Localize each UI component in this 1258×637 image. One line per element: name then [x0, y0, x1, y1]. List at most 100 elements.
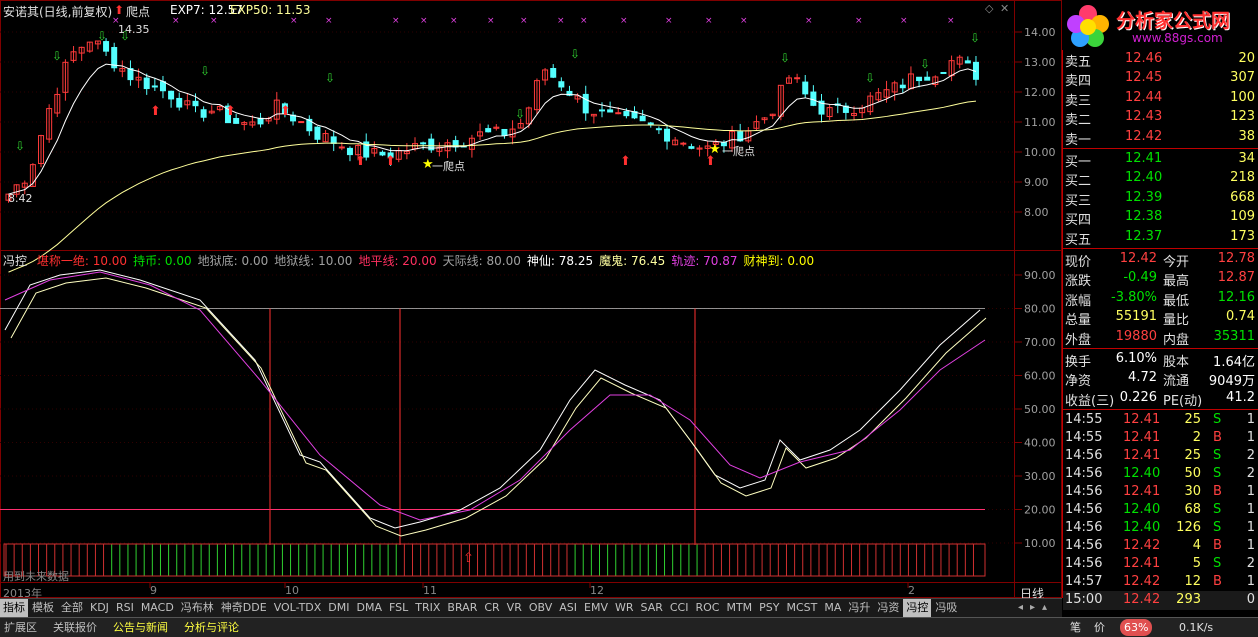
sell-arrow-icon: ⇩	[970, 31, 980, 45]
indicator-tab[interactable]: KDJ	[87, 599, 112, 617]
bid-row: 买四 12.38 109	[1063, 208, 1258, 228]
tick-time: 14:56	[1065, 466, 1103, 482]
kline-chart[interactable]: 14.00 13.00 12.00 11.00 10.00 9.00 8.00 90.00 80…	[0, 0, 1062, 598]
indicator-tab[interactable]: EMV	[581, 599, 611, 617]
quote-value: 12.16	[1217, 289, 1255, 305]
quote-value: 12.87	[1217, 270, 1255, 286]
marker-x-icon: ×	[947, 16, 955, 26]
sell-arrow-icon: ⇩	[570, 47, 580, 61]
indicator-tab[interactable]: FSL	[386, 599, 411, 617]
indicator-tab[interactable]: ASI	[556, 599, 580, 617]
watermark-title: 分析家公式网	[1116, 10, 1231, 32]
quote-row: 现价 12.42 今开 12.78	[1063, 250, 1258, 270]
bid-price: 12.41	[1125, 151, 1163, 166]
tick-time: 14:56	[1065, 448, 1103, 464]
fund-label: 净资	[1065, 374, 1092, 390]
bottom-tab[interactable]: 分析与评论	[180, 619, 243, 636]
candle-body	[582, 93, 589, 114]
bottom-tab[interactable]: 扩展区	[0, 619, 41, 636]
ind-tick-label: 30.00	[1024, 470, 1056, 483]
quote-value: -3.80%	[1111, 289, 1157, 305]
indicator-tab[interactable]: MCST	[784, 599, 821, 617]
indicator-value: 地狱线: 10.00	[274, 254, 353, 268]
scroll-right-icon[interactable]: ▸	[1030, 602, 1035, 613]
bid-price: 12.39	[1125, 189, 1163, 205]
indicator-tab[interactable]: DMA	[354, 599, 386, 617]
indicator-tab[interactable]: BRAR	[444, 599, 480, 617]
indicator-tab[interactable]: RSI	[113, 599, 137, 617]
indicator-tab[interactable]: DMI	[325, 599, 352, 617]
indicator-tab[interactable]: CCI	[667, 599, 692, 617]
future-data-note: 用到未来数据	[3, 570, 69, 583]
indicator-tab[interactable]: 冯升	[845, 599, 873, 617]
tick-price: 12.41	[1123, 556, 1161, 572]
indicator-tab[interactable]: 模板	[29, 599, 57, 617]
tick-price: 12.40	[1123, 502, 1161, 518]
bottom-tab[interactable]: 公告与新闻	[109, 619, 172, 636]
status-percent: 63%	[1120, 619, 1153, 636]
indicator-tab[interactable]: VR	[504, 599, 525, 617]
tick-side: S	[1213, 448, 1222, 464]
indicator-tab[interactable]: 冯资	[874, 599, 902, 617]
indicator-tab[interactable]: MACD	[138, 599, 177, 617]
candle-body	[940, 71, 947, 74]
ask-volume: 38	[1238, 128, 1255, 144]
indicator-tab[interactable]: 神奇DDE	[218, 599, 270, 617]
candle-body	[664, 128, 671, 142]
ask-row: 卖二 12.43 123	[1063, 108, 1258, 128]
indicator-tab[interactable]: 全部	[58, 599, 86, 617]
indicator-tab[interactable]: CR	[481, 599, 502, 617]
kdj-d-line	[10, 277, 987, 537]
ind-tick-label: 80.00	[1024, 303, 1056, 316]
tick-row: 14:56 12.40 126 S 1	[1063, 519, 1258, 538]
bid-row: 买三 12.39 668	[1063, 189, 1258, 209]
marker-x-icon: ×	[705, 16, 713, 26]
quote-label: 总量	[1065, 313, 1092, 329]
indicator-tab[interactable]: 指标	[0, 599, 28, 617]
fund-value: 1.64亿	[1213, 355, 1255, 370]
indicator-tab[interactable]: MTM	[723, 599, 755, 617]
ind-tick-label: 90.00	[1024, 269, 1056, 282]
fund-label: 换手	[1065, 355, 1092, 370]
quote-label: 外盘	[1065, 332, 1092, 348]
ask-volume: 307	[1230, 70, 1255, 86]
indicator-tab[interactable]: OBV	[526, 599, 555, 617]
quote-label: 涨幅	[1065, 293, 1092, 309]
scroll-up-icon[interactable]: ◇	[985, 2, 993, 15]
buy-arrow-icon: ⬆	[225, 104, 236, 119]
ask-row: 卖四 12.45 307	[1063, 69, 1258, 89]
tick-side: B	[1213, 484, 1222, 500]
indicator-tab[interactable]: 冯吸	[932, 599, 960, 617]
candle-body	[623, 111, 630, 117]
marker-x-icon: ×	[557, 16, 565, 26]
signal-arrow-icon: ⬆	[114, 3, 125, 17]
tick-count: 1	[1246, 538, 1255, 554]
indicator-tab[interactable]: ROC	[692, 599, 722, 617]
quote-value: 0.74	[1226, 309, 1255, 325]
indicator-tab[interactable]: TRIX	[412, 599, 443, 617]
sell-arrow-icon: ⇩	[865, 71, 875, 85]
quote-label: 涨跌	[1065, 274, 1092, 290]
indicator-tab[interactable]: 冯控	[903, 599, 932, 617]
indicator-tab[interactable]: MA	[821, 599, 844, 617]
bottom-tab[interactable]: 关联报价	[49, 619, 101, 636]
sell-arrow-icon: ⇩	[325, 71, 335, 85]
star-label-1: 一爬点	[432, 160, 465, 173]
marker-x-icon: ×	[450, 16, 458, 26]
expand-icon[interactable]: ▴	[1042, 602, 1047, 613]
indicator-tab[interactable]: 冯布林	[178, 599, 217, 617]
quote-label: 最高	[1163, 274, 1190, 290]
indicator-tab[interactable]: SAR	[638, 599, 666, 617]
candle-body	[298, 121, 305, 124]
indicator-tab[interactable]: WR	[612, 599, 637, 617]
ind-tick-label: 10.00	[1024, 537, 1056, 550]
ask-row: 卖一 12.42 38	[1063, 128, 1258, 148]
exp7-line	[8, 63, 977, 195]
tick-count: 2	[1246, 466, 1255, 482]
tab-scroll[interactable]: ◂ ▸ ▴	[1015, 598, 1062, 617]
indicator-tab[interactable]: VOL-TDX	[271, 599, 325, 617]
indicator-tab[interactable]: PSY	[756, 599, 782, 617]
close-icon[interactable]: ✕	[1000, 2, 1009, 15]
scroll-left-icon[interactable]: ◂	[1018, 602, 1023, 613]
bid-label: 买五	[1065, 232, 1092, 248]
